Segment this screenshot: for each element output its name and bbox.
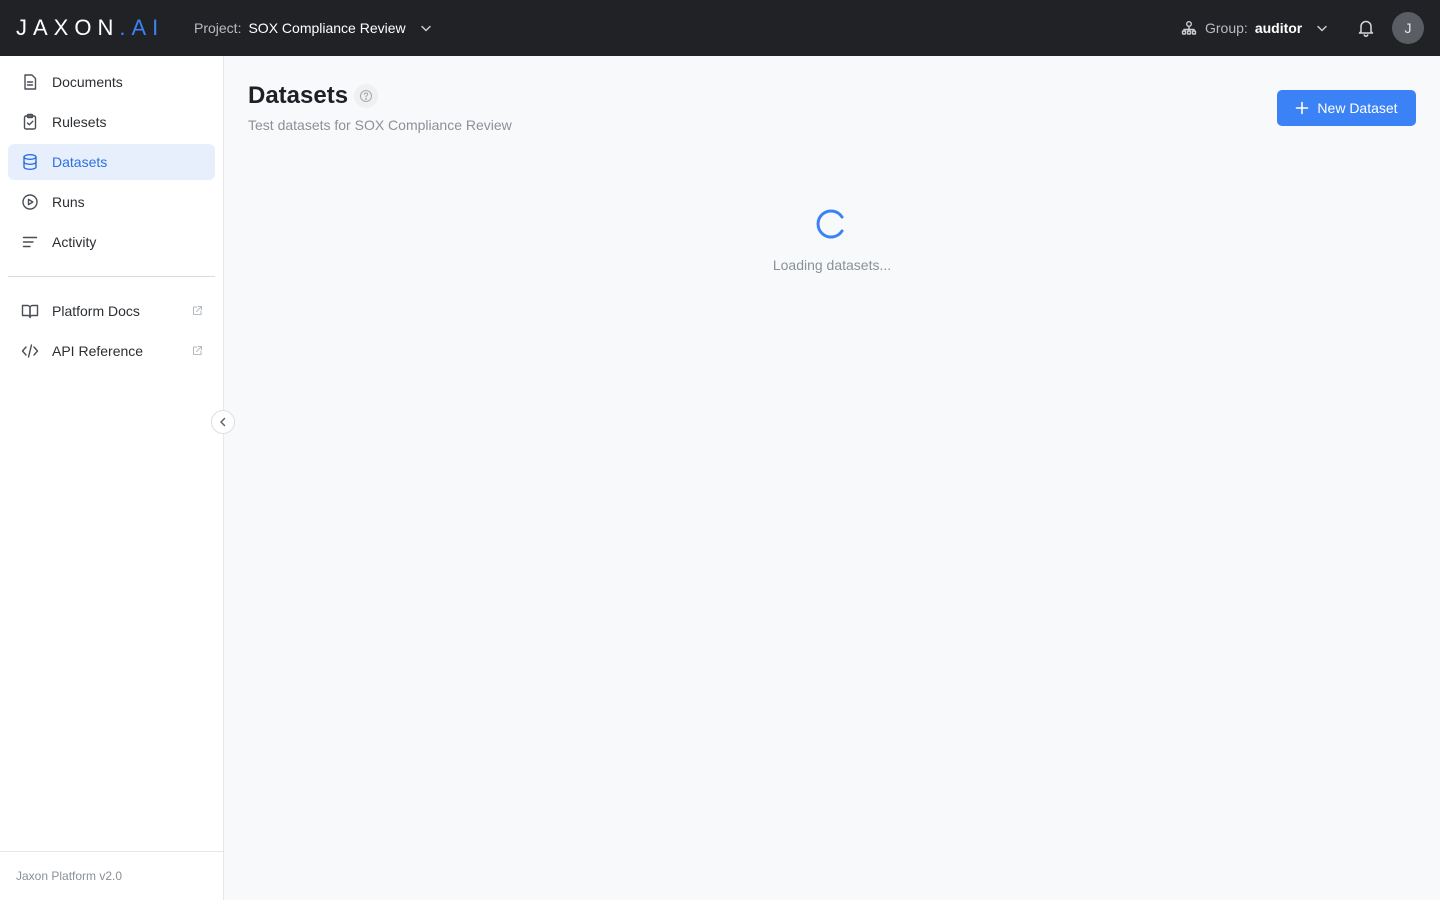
lines-icon	[22, 236, 38, 248]
book-icon	[21, 304, 39, 319]
sidebar-link-platform-docs[interactable]: Platform Docs	[8, 293, 215, 329]
sidebar-footer-version: Jaxon Platform v2.0	[0, 851, 223, 900]
new-dataset-button[interactable]: New Dataset	[1277, 90, 1416, 126]
loading-message: Loading datasets...	[772, 257, 892, 273]
page-subtitle: Test datasets for SOX Compliance Review	[248, 117, 512, 133]
sidebar-divider	[8, 276, 215, 277]
logo-suffix: AI	[131, 15, 165, 40]
new-dataset-label: New Dataset	[1317, 100, 1398, 116]
sidebar: Documents Rulesets Datasets Runs Activit…	[0, 56, 224, 900]
external-link-icon	[192, 305, 203, 316]
code-icon	[21, 344, 39, 358]
logo-main-text: JAXON	[16, 15, 120, 40]
help-icon	[359, 89, 373, 103]
chevron-down-icon	[1317, 25, 1328, 32]
sidebar-item-label: Runs	[52, 194, 85, 210]
clipboard-check-icon	[23, 113, 37, 130]
document-icon	[24, 74, 37, 90]
chevron-down-icon	[420, 25, 431, 32]
external-link-icon	[192, 345, 203, 356]
sidebar-item-label: Platform Docs	[52, 303, 140, 319]
play-circle-icon	[22, 194, 38, 210]
sidebar-item-runs[interactable]: Runs	[8, 184, 215, 220]
project-selector[interactable]: Project: SOX Compliance Review	[194, 18, 433, 38]
project-label: Project:	[194, 20, 242, 36]
group-selector[interactable]: Group: auditor	[1180, 18, 1329, 38]
sidebar-item-documents[interactable]: Documents	[8, 64, 215, 100]
help-button[interactable]	[354, 84, 378, 108]
sidebar-collapse-button[interactable]	[211, 410, 235, 434]
sidebar-item-label: Documents	[52, 74, 123, 90]
group-label: Group:	[1205, 20, 1248, 36]
loading-spinner-icon	[816, 209, 844, 239]
chevron-left-icon	[220, 417, 226, 427]
plus-icon	[1296, 101, 1309, 115]
sidebar-item-label: API Reference	[52, 343, 144, 359]
jaxon-logo[interactable]: JAXON. AI	[16, 15, 164, 41]
bell-icon[interactable]	[1356, 18, 1376, 38]
group-icon	[1181, 21, 1197, 35]
database-icon	[23, 154, 37, 170]
sidebar-item-datasets[interactable]: Datasets	[8, 144, 215, 180]
user-avatar[interactable]: J	[1392, 12, 1424, 44]
page-title: Datasets	[248, 82, 349, 109]
top-bar: JAXON. AI Project: SOX Compliance Review …	[0, 0, 1440, 56]
project-value: SOX Compliance Review	[248, 20, 406, 36]
logo-dot: .	[119, 15, 132, 40]
sidebar-item-rulesets[interactable]: Rulesets	[8, 104, 215, 140]
sidebar-item-label: Datasets	[52, 154, 108, 170]
sidebar-item-label: Rulesets	[52, 114, 107, 130]
sidebar-item-activity[interactable]: Activity	[8, 224, 215, 260]
sidebar-item-label: Activity	[52, 234, 97, 250]
group-value: auditor	[1254, 20, 1303, 36]
sidebar-link-api-reference[interactable]: API Reference	[8, 333, 215, 369]
